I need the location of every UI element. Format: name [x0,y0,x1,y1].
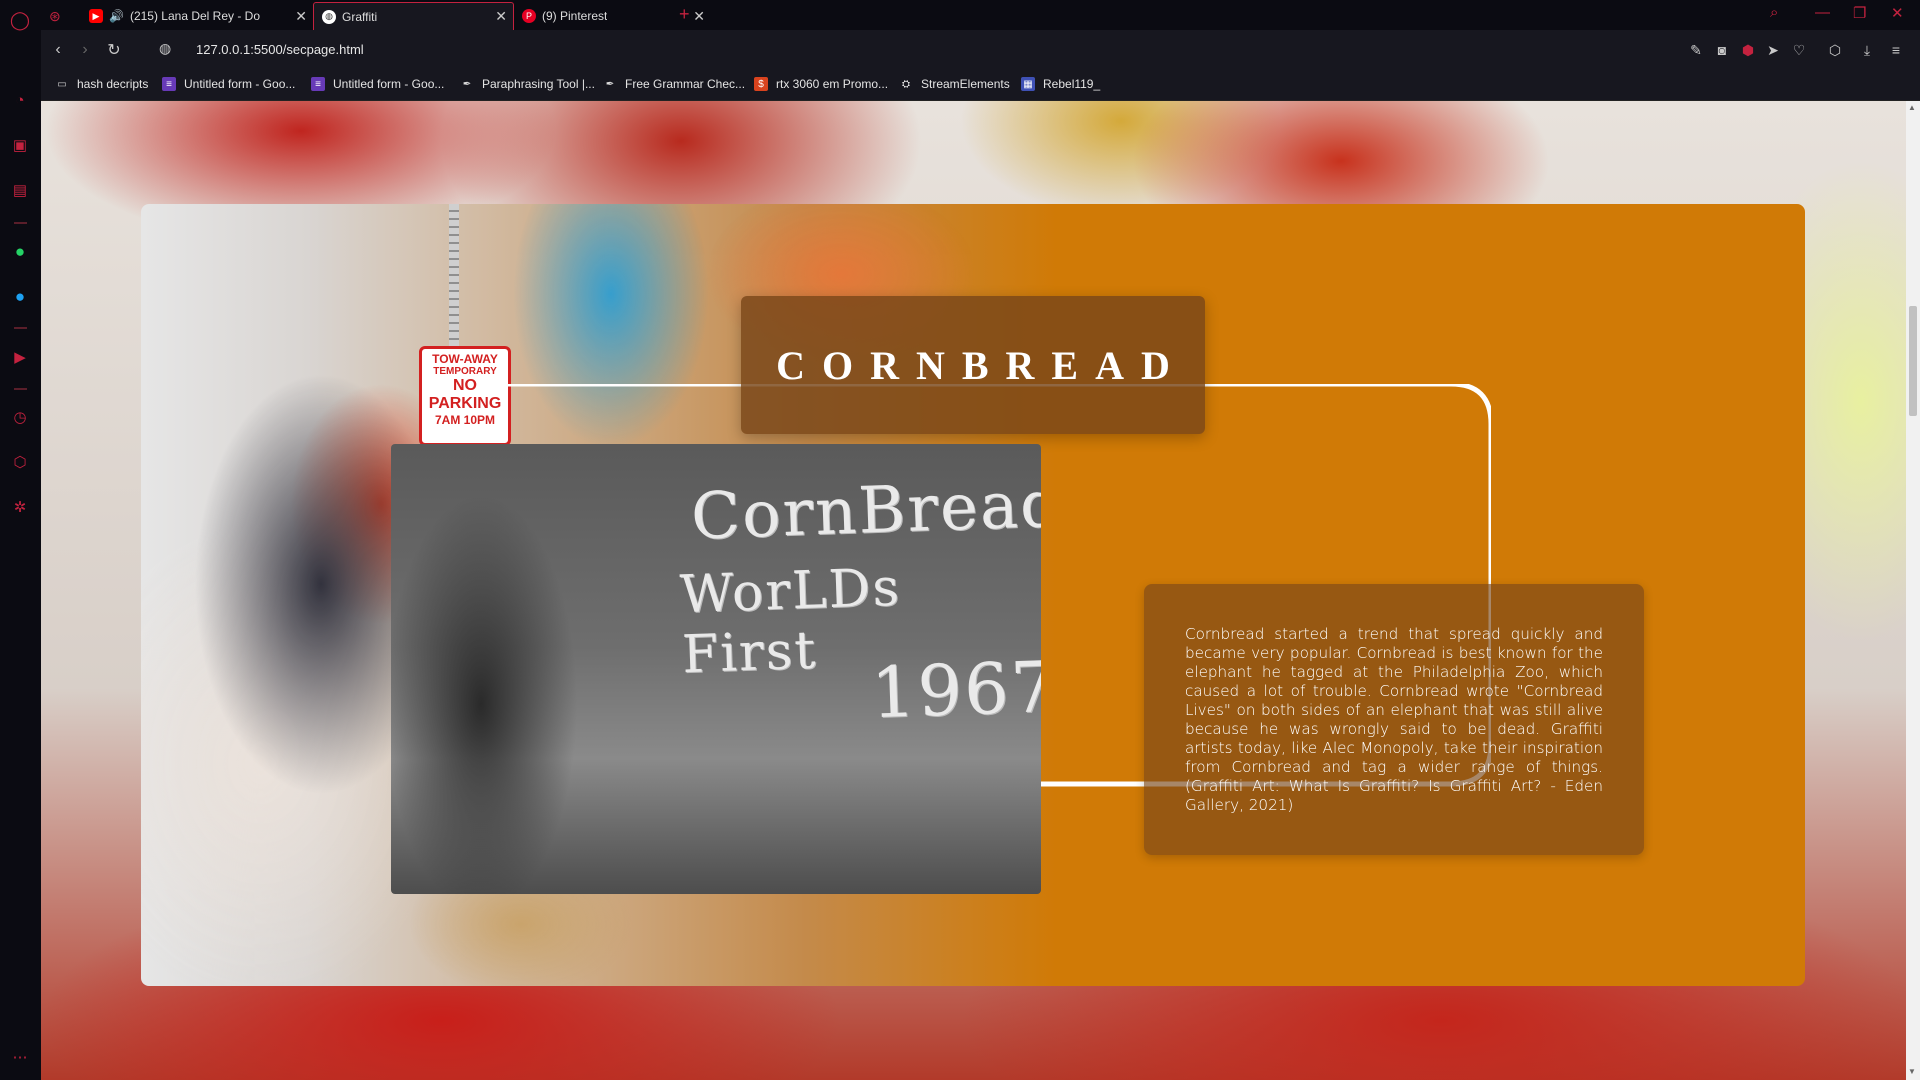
heart-icon[interactable]: ♡ [1789,40,1809,60]
shopping-bag-icon[interactable]: ▣ [8,133,32,157]
close-tab-icon[interactable]: ✕ [295,8,307,25]
twitter-icon[interactable]: ● [8,285,32,309]
twitch-icon[interactable]: ▤ [8,178,32,202]
bookmark-item[interactable]: ≡ Untitled form - Goo... [162,77,295,91]
wall-text: CornBread [689,467,1041,555]
close-tab-icon[interactable]: ✕ [495,8,507,25]
quill-icon: ✒ [605,78,615,90]
page-viewport: TOW-AWAY TEMPORARY NO PARKING 7AM 10PM C… [41,101,1906,1080]
page-scrollbar[interactable]: ▲ ▼ [1906,101,1920,1080]
cornbread-photo: CornBread WorLDs First 1967 [391,444,1041,894]
shop-icon: $ [754,77,768,91]
bookmark-item[interactable]: ⛭ StreamElements [899,77,1010,91]
tab-title: Graffiti [342,9,378,24]
quill-icon: ✒ [462,78,472,90]
opera-sidebar: ◯ ◔ ▣ ▤ ● ● ▶ ◷ ⬡ ✲ ⋯ [0,0,41,1080]
sidebar-divider [14,327,27,329]
camera-snapshot-icon[interactable]: ◙ [1712,40,1732,60]
menu-icon[interactable]: ≡ [1886,40,1906,60]
whatsapp-icon[interactable]: ● [8,240,32,264]
calendar-icon: ▦ [1021,77,1035,91]
bookmark-item[interactable]: ✒ Free Grammar Chec... [603,77,745,91]
cornbread-card: TOW-AWAY TEMPORARY NO PARKING 7AM 10PM C… [141,204,1805,986]
minimize-button[interactable]: — [1815,4,1830,21]
scroll-thumb[interactable] [1909,306,1917,416]
sidebar-divider [14,222,27,224]
restore-button[interactable]: ❐ [1853,4,1866,22]
close-window-button[interactable]: ✕ [1891,4,1904,22]
site-info-globe-icon[interactable]: ◍ [159,40,171,57]
page-title: CORNBREAD [776,342,1187,388]
description-box: Cornbread started a trend that spread qu… [1144,584,1644,855]
more-dots-icon[interactable]: ⋯ [8,1045,32,1069]
title-box: CORNBREAD [741,296,1205,434]
speed-dial-icon[interactable]: ◔ [8,88,32,112]
bookmarks-bar: ▭ hash decripts ≡ Untitled form - Goo... ≡… [41,70,1920,101]
close-tab-icon[interactable]: ✕ [693,8,705,25]
adblock-shield-icon[interactable]: ⬢ [1738,40,1758,60]
tab-graffiti[interactable]: ◍ Graffiti ✕ [313,2,514,30]
new-tab-button[interactable]: + [679,4,690,25]
youtube-icon: ▶ [89,9,103,23]
reload-icon[interactable]: ↻ [103,39,125,61]
pinterest-icon: P [522,9,536,23]
tab-title: (215) Lana Del Rey - Do [129,9,260,23]
search-tabs-icon[interactable]: ⌕ [1770,4,1778,21]
edit-icon[interactable]: ✎ [1686,40,1706,60]
bookmark-item[interactable]: ≡ Untitled form - Goo... [311,77,444,91]
extensions-cube-icon[interactable]: ⬡ [8,450,32,474]
sidebar-divider [14,388,27,390]
gx-control-icon[interactable]: ⊛ [41,2,81,30]
extensions-cube-icon[interactable]: ⬡ [1825,40,1845,60]
folder-icon: ▭ [57,78,67,90]
url-field[interactable]: 127.0.0.1:5500/secpage.html [196,42,364,57]
history-icon[interactable]: ◷ [8,405,32,429]
player-icon[interactable]: ▶ [8,345,32,369]
back-arrow-icon[interactable]: ‹ [47,39,69,61]
bookmark-item[interactable]: ▦ Rebel119_ [1021,77,1100,91]
bookmark-item[interactable]: $ rtx 3060 em Promo... [754,77,888,91]
download-icon[interactable]: ⤓ [1857,40,1877,60]
forms-icon: ≡ [162,77,176,91]
settings-gear-icon[interactable]: ✲ [8,495,32,519]
description-text: Cornbread started a trend that spread qu… [1185,625,1603,814]
tab-strip: ⊛ ▶ 🔊 (215) Lana Del Rey - Do ✕ ◍ Graffi… [41,0,1920,30]
bookmark-item[interactable]: ✒ Paraphrasing Tool |... [460,77,595,91]
address-bar-row: ‹ › ↻ ◍ 127.0.0.1:5500/secpage.html ✎ ◙ … [41,30,1920,70]
wall-text: 1967 [869,645,1041,735]
scroll-down-arrow-icon[interactable]: ▼ [1908,1067,1916,1076]
scroll-up-arrow-icon[interactable]: ▲ [1908,103,1916,112]
forms-icon: ≡ [311,77,325,91]
globe-icon: ◍ [322,9,336,24]
sign-pole [449,204,459,354]
send-arrow-icon[interactable]: ➤ [1763,40,1783,60]
opera-logo-icon[interactable]: ◯ [8,8,32,32]
streamelements-icon: ⛭ [902,78,910,90]
tab-title: (9) Pinterest [542,9,608,23]
tab-youtube[interactable]: ▶ 🔊 (215) Lana Del Rey - Do ✕ [81,2,313,30]
bookmark-item[interactable]: ▭ hash decripts [55,77,148,91]
speaker-icon[interactable]: 🔊 [109,9,124,23]
forward-arrow-icon[interactable]: › [74,39,96,61]
